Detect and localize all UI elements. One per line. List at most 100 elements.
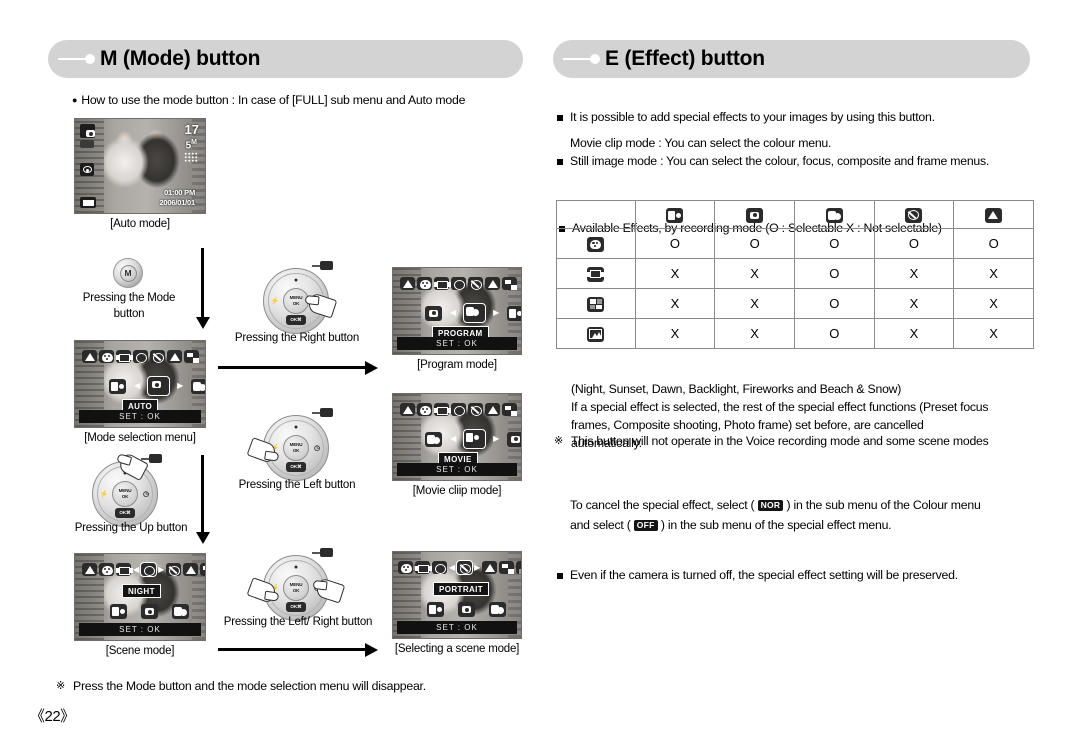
auto-mode-icon — [425, 305, 442, 321]
ok-label-2: OK — [292, 301, 300, 306]
step-label-left: Pressing the Left button — [238, 479, 356, 491]
right-bullet-2: Still image mode : You can select the co… — [556, 153, 1036, 171]
program-mode-icon — [191, 378, 205, 394]
left-intro-text: How to use the mode button : In case of … — [72, 92, 532, 110]
night-scene-icon — [133, 350, 148, 363]
col-header-auto-mode — [714, 200, 795, 229]
pad-up-key[interactable]: ● — [288, 275, 304, 286]
ok-button[interactable]: MENU OK — [283, 435, 309, 461]
step-label-left-right: Pressing the Left/ Right button — [223, 616, 373, 628]
cell-focus-movie: X — [634, 258, 716, 289]
nav-pad-right[interactable]: MENU OK ● ⚡ ◷ OK⌘ — [263, 261, 338, 334]
nav-pad-left-right[interactable]: MENU OK ● ⚡ ◷ OK⌘ — [246, 548, 346, 621]
cell-frame-program: O — [793, 318, 875, 349]
page-title-left: M (Mode) button — [100, 47, 261, 70]
ok-button[interactable]: MENU OK — [283, 575, 309, 601]
shot-movie-clip-mode: ◀ ▶ MOVIE SET : OK [Movie cliip mode] — [392, 393, 522, 497]
night-scene-icon-selected — [140, 562, 158, 577]
right-note2-line2: To cancel the special effect, select ( N… — [570, 497, 1060, 515]
setok-bar-program: SET : OK — [397, 337, 517, 350]
table-row: O O O O O — [556, 228, 1034, 259]
cell-colour-landscape: O — [953, 228, 1034, 259]
setok-bar-movie: SET : OK — [397, 463, 517, 476]
section-header-effect-button: E (Effect) button — [553, 40, 1030, 78]
landscape-icon — [82, 350, 97, 363]
shots-remaining: 17 — [184, 122, 199, 137]
right-bullet-2-cont: Movie clip mode : You can select the col… — [570, 136, 832, 150]
ok-button[interactable]: MENU OK — [112, 481, 138, 507]
table-row: X X O X X — [556, 258, 1034, 289]
mode-label-portrait: PORTRAIT — [433, 582, 490, 596]
header-accent-line-icon — [48, 40, 100, 78]
shot-scene-mode: ◀ ▶ NIGHT SET : OK [Scene mode] — [74, 553, 206, 657]
right-note1-line3: If a special effect is selected, the res… — [571, 400, 989, 414]
caption-program-mode: [Program mode] — [417, 359, 497, 371]
effect-icon — [99, 350, 114, 363]
cell-focus-program: O — [793, 258, 875, 289]
auto-mode-icon-selected — [147, 376, 171, 396]
battery-icon — [80, 197, 96, 208]
pad-left-key[interactable]: ⚡ — [269, 294, 281, 308]
nav-pad-up[interactable]: MENU OK ● ⚡ ◷ OK⌘ — [92, 452, 162, 527]
cell-colour-auto: O — [714, 228, 795, 259]
shot-program-mode: ◀ ▶ PROGRAM SET : OK [Program mode] — [392, 267, 522, 371]
pad-down-key[interactable]: OK⌘ — [115, 508, 135, 518]
cell-frame-night: X — [873, 318, 955, 349]
setok-bar-mode-menu: SET : OK — [79, 410, 201, 423]
scene-icon — [184, 350, 199, 363]
table-row: X X O X X — [556, 318, 1034, 349]
scene-mode-carousel — [110, 604, 189, 619]
quality-dots-icon — [184, 152, 198, 163]
nav-pad-left[interactable]: MENU OK ● ⚡ ◷ OK⌘ — [246, 408, 333, 481]
flow-arrow-right-1 — [218, 360, 378, 375]
shot-auto-mode: 17 5M 01:00 PM 2006/01/01 [Auto mode] — [74, 118, 206, 230]
pad-right-key[interactable]: ◷ — [140, 487, 152, 501]
pad-down-key[interactable]: OK⌘ — [286, 315, 306, 325]
cell-composite-program: O — [793, 288, 875, 319]
row-header-composite-shooting — [556, 288, 636, 319]
pad-down-key[interactable]: OK⌘ — [286, 462, 306, 472]
landscape-icon-2 — [167, 350, 182, 363]
mode-carousel-movie: ◀ ▶ — [425, 429, 521, 449]
right-note2-line1: Even if the camera is turned off, the sp… — [556, 567, 1046, 585]
header-accent-line-icon-2 — [553, 40, 605, 78]
col-header-landscape — [953, 200, 1034, 229]
table-row: X X O X X — [556, 288, 1034, 319]
lcd-scene-mode: ◀ ▶ NIGHT SET : OK — [74, 553, 206, 641]
col-header-program-mode — [793, 200, 875, 229]
row-header-preset-focus-frame — [556, 258, 636, 289]
pad-down-key[interactable]: OK⌘ — [286, 602, 306, 612]
note2-text-d: ) in the sub menu of the special effect … — [660, 518, 892, 532]
image-size-badge-icon — [80, 140, 94, 148]
caption-mode-selection: [Mode selection menu] — [84, 432, 196, 444]
page-title-right: E (Effect) button — [605, 47, 765, 70]
mode-carousel: ◀ ▶ — [109, 376, 205, 396]
flow-arrow-right-2 — [218, 642, 378, 657]
scene-sel-carousel — [427, 602, 506, 617]
nor-badge-icon: NOR — [757, 499, 784, 511]
cell-composite-night: X — [873, 288, 955, 319]
auto-mode-icon — [507, 431, 521, 447]
col-header-night-scene — [873, 200, 955, 229]
pad-right-key[interactable]: ◷ — [311, 441, 323, 455]
shot-mode-selection-menu: ◀ ▶ AUTO SET : OK [Mode selection menu] — [74, 340, 206, 444]
lcd-mode-selection: ◀ ▶ AUTO SET : OK — [74, 340, 206, 428]
mode-button-glyph: M — [119, 264, 137, 282]
lcd-selecting-scene: ◀ ▶ PORTRAIT SET : OK — [392, 551, 522, 639]
col-header-movie-clip — [634, 200, 716, 229]
section-header-mode-button: M (Mode) button — [48, 40, 523, 78]
flow-arrow-down-2 — [195, 455, 210, 544]
manual-page: M (Mode) button How to use the mode butt… — [0, 0, 1080, 746]
cell-colour-night: O — [873, 228, 955, 259]
cell-frame-landscape: X — [953, 318, 1034, 349]
cell-composite-movie: X — [634, 288, 716, 319]
pad-up-key[interactable]: ● — [288, 422, 304, 433]
right-note1-line4: frames, Composite shooting, Photo frame)… — [571, 418, 924, 432]
mode-button-illustration[interactable]: M — [113, 258, 143, 288]
osd-time: 01:00 PM — [164, 188, 195, 197]
cell-focus-night: X — [873, 258, 955, 289]
mode-icon-row — [82, 350, 199, 363]
right-note1-line5: automatically. — [571, 436, 642, 450]
pad-up-key[interactable]: ● — [288, 562, 304, 573]
pad-left-key[interactable]: ⚡ — [98, 487, 110, 501]
